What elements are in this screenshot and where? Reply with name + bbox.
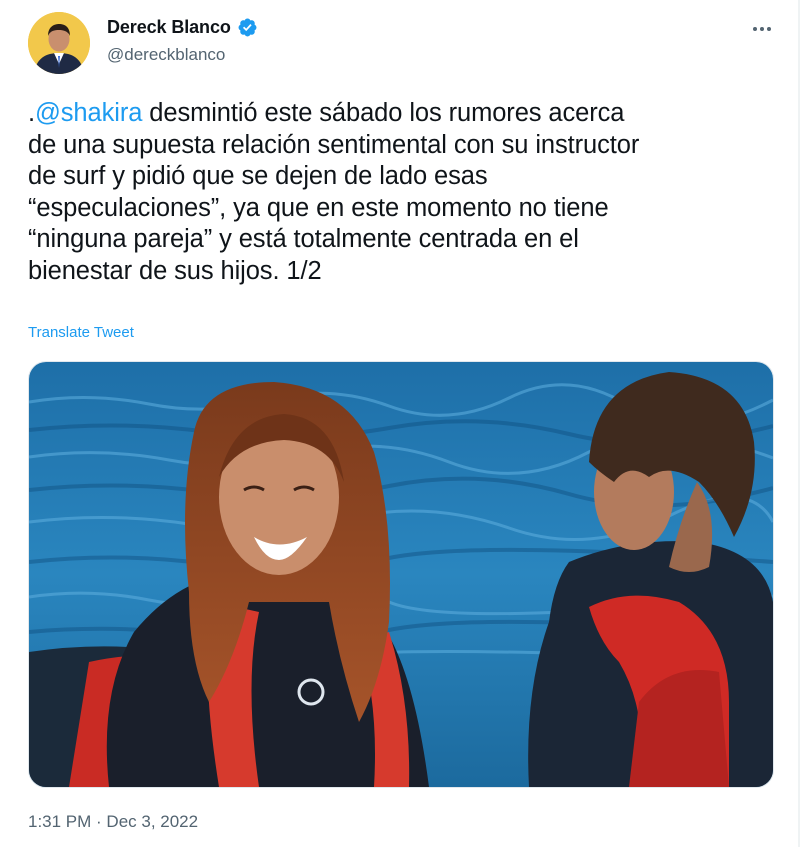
mention-link[interactable]: @shakira	[35, 99, 142, 127]
verified-badge-icon	[238, 18, 257, 37]
tweet-line: “especulaciones”, ya que en este momento…	[28, 193, 609, 222]
tweet-photo[interactable]	[28, 361, 774, 788]
tweet-line: “ninguna pareja” y está totalmente centr…	[28, 225, 579, 254]
tweet-line: de surf y pidió que se dejen de lado esa…	[28, 162, 488, 191]
more-horizontal-icon	[760, 27, 764, 31]
tweet-line-text: desmintió este sábado los rumores acerca	[142, 99, 625, 127]
surf-photo-image	[29, 362, 773, 787]
author-avatar[interactable]	[28, 12, 90, 74]
tweet-line: bienestar de sus hijos. 1/2	[28, 256, 322, 285]
tweet-line: .@shakira desmintió este sábado los rumo…	[28, 98, 788, 130]
tweet-text: .@shakira desmintió este sábado los rumo…	[28, 98, 788, 288]
tweet-card: Dereck Blanco @dereckblanco .@shakira de…	[0, 0, 800, 847]
more-horizontal-icon	[753, 27, 757, 31]
author-name[interactable]: Dereck Blanco	[107, 17, 231, 38]
user-avatar-icon	[28, 12, 90, 74]
more-options-button[interactable]	[749, 22, 775, 36]
more-horizontal-icon	[767, 27, 771, 31]
translate-tweet-link[interactable]: Translate Tweet	[28, 324, 134, 341]
tweet-line: de una supuesta relación sentimental con…	[28, 130, 640, 159]
author-handle[interactable]: @dereckblanco	[107, 45, 225, 65]
tweet-timestamp[interactable]: 1:31 PM · Dec 3, 2022	[28, 812, 198, 832]
tweet-line-prefix: .	[28, 99, 35, 127]
author-name-row: Dereck Blanco	[107, 17, 258, 38]
